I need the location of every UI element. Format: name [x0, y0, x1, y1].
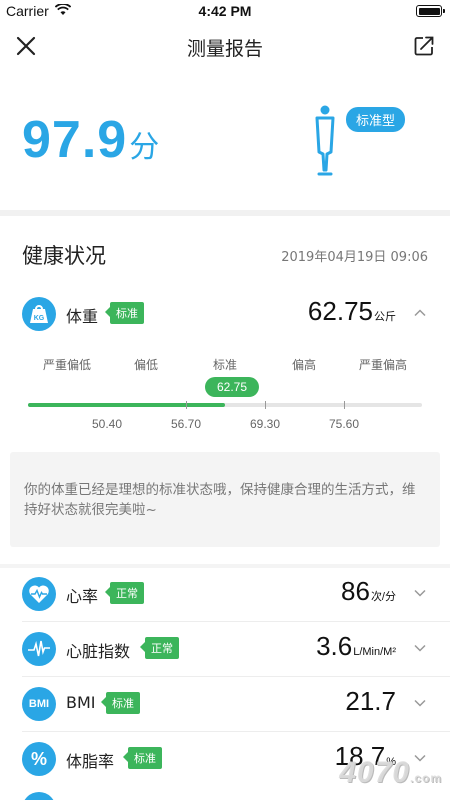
bmi-status-badge: 标准 [101, 692, 140, 714]
heart-icon [29, 585, 49, 603]
cardiac-index-value: 3.6 [316, 631, 353, 661]
body-fat-status-badge: 标准 [123, 747, 162, 769]
heart-rate-icon [22, 577, 56, 611]
weight-status-badge: 标准 [105, 302, 144, 324]
chevron-down-icon[interactable] [414, 642, 426, 654]
range-tick [265, 401, 266, 409]
share-icon[interactable] [412, 34, 436, 58]
bmi-icon: BMI [22, 687, 56, 721]
bmi-label: BMI [66, 693, 96, 712]
heart-rate-status-badge: 正常 [105, 582, 144, 604]
chevron-down-icon[interactable] [414, 587, 426, 599]
body-figure-icon [315, 105, 335, 176]
bmi-value: 21.7 [345, 686, 396, 716]
range-label: 标准 [212, 358, 238, 372]
range-tick [186, 401, 187, 409]
weight-value: 62.75 [307, 296, 373, 326]
section-title: 健康状况 [22, 244, 106, 268]
score-value: 97.9 [22, 111, 128, 169]
threshold-value: 69.30 [249, 417, 281, 431]
watermark: 4070.com [339, 756, 442, 790]
battery-icon [416, 5, 445, 17]
body-type-badge: 标准型 [346, 107, 406, 132]
weight-icon: KG [22, 297, 56, 331]
weight-range-fill [28, 403, 225, 407]
threshold-value: 75.60 [328, 417, 360, 431]
watermark-suffix: .com [409, 771, 442, 785]
weight-row[interactable]: KG 体重 标准 62.75公斤 [0, 286, 450, 342]
ecg-icon [28, 640, 50, 657]
range-label: 偏低 [133, 358, 159, 372]
heart-rate-value-group: 86次/分 [341, 576, 396, 607]
heart-rate-label: 心率 [66, 587, 99, 606]
weight-icon-text: KG [34, 315, 45, 322]
heart-rate-row[interactable]: 心率 正常 86次/分 [0, 566, 450, 622]
heart-rate-unit: 次/分 [370, 591, 396, 603]
chevron-up-icon[interactable] [414, 307, 426, 319]
bmi-value-group: 21.7 [345, 686, 396, 717]
page-title: 测量报告 [186, 38, 263, 60]
cardiac-index-value-group: 3.6L/Min/M² [316, 631, 396, 662]
cardiac-index-unit: L/Min/M² [353, 646, 396, 658]
weight-value-group: 62.75公斤 [308, 296, 396, 327]
weight-label: 体重 [66, 307, 99, 326]
body-fat-label: 体脂率 [66, 752, 115, 771]
weight-scale-icon: KG [30, 305, 48, 323]
cardiac-index-label: 心脏指数 [66, 642, 131, 661]
watermark-text: 4070 [339, 756, 410, 789]
percent-icon: % [22, 742, 56, 776]
range-label: 严重偏低 [42, 358, 92, 372]
chevron-down-icon[interactable] [414, 697, 426, 709]
current-weight-bubble: 62.75 [204, 377, 260, 397]
bmi-row[interactable]: BMI BMI 标准 21.7 [0, 676, 450, 732]
clock: 4:42 PM [198, 3, 252, 19]
weight-advice: 你的体重已经是理想的标准状态哦，保持健康合理的生活方式，维持好状态就很完美啦~ [10, 452, 440, 547]
threshold-value: 56.70 [170, 417, 202, 431]
cardiac-index-icon [22, 632, 56, 666]
section-divider [0, 210, 450, 216]
measurement-date: 2019年04月19日 09:06 [281, 250, 428, 265]
range-label: 偏高 [291, 358, 317, 372]
range-label: 严重偏高 [358, 358, 408, 372]
nav-bar: 测量报告 [0, 22, 450, 70]
next-metric-icon [22, 792, 56, 800]
score-unit: 分 [129, 130, 160, 165]
threshold-value: 50.40 [91, 417, 123, 431]
weight-unit: 公斤 [374, 311, 396, 323]
heart-rate-value: 86 [341, 576, 370, 606]
cardiac-index-row[interactable]: 心脏指数 正常 3.6L/Min/M² [0, 621, 450, 677]
status-bar: Carrier 4:42 PM [0, 0, 450, 22]
weight-range-track [28, 401, 422, 409]
range-tick [344, 401, 345, 409]
cardiac-index-status-badge: 正常 [140, 637, 179, 659]
score-display: 97.9分 [22, 110, 159, 170]
